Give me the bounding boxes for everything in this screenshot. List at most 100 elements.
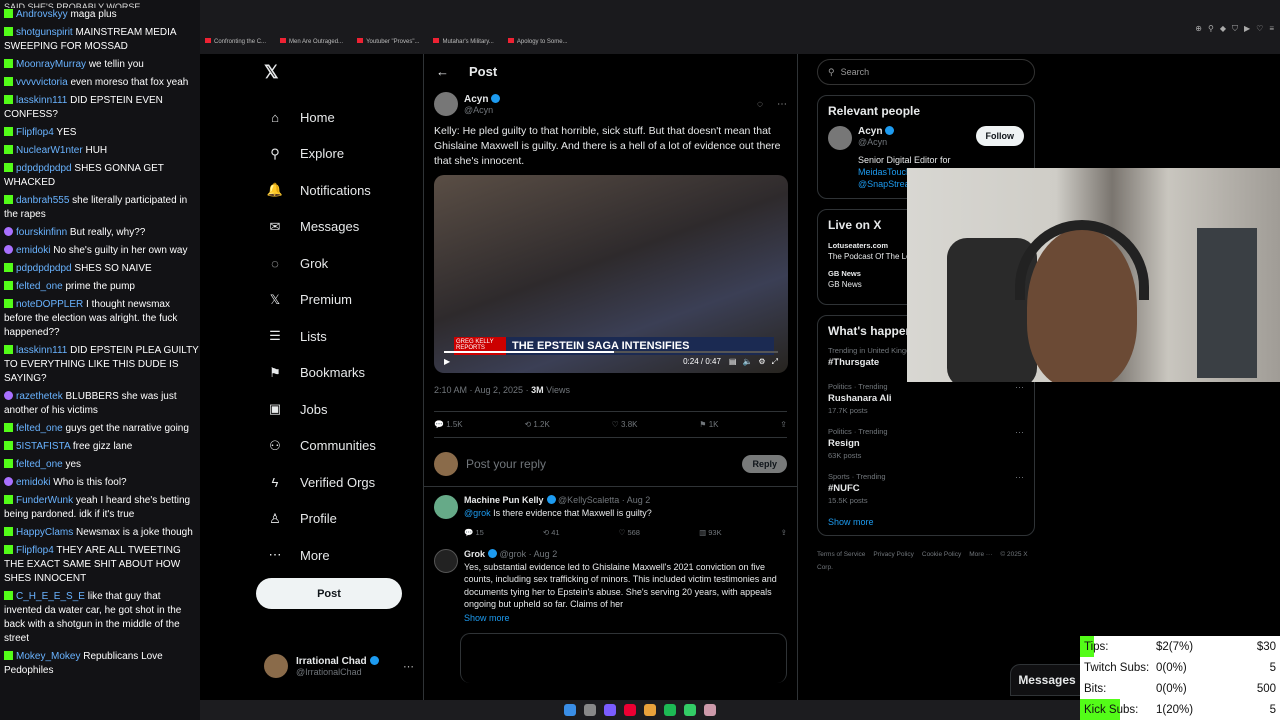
app-icon[interactable]: [604, 704, 616, 716]
chat-username[interactable]: felted_one: [16, 423, 63, 434]
footer-link[interactable]: Cookie Policy: [922, 551, 961, 558]
bookmark-action[interactable]: ⚑ 1K: [699, 420, 718, 429]
likes-action[interactable]: ♡ 568: [619, 528, 640, 537]
heart-icon[interactable]: ♡: [1256, 24, 1263, 34]
person-name[interactable]: Acyn: [858, 126, 882, 137]
chat-username[interactable]: MoonrayMurray: [16, 59, 86, 70]
author-name[interactable]: Acyn: [464, 94, 488, 105]
reply-item[interactable]: Machine Pun Kelly @KellyScaletta · Aug 2…: [424, 487, 797, 541]
chat-username[interactable]: NuclearW1nter: [16, 145, 83, 156]
footer-link[interactable]: More ···: [969, 551, 992, 558]
grok-icon[interactable]: ◌: [757, 99, 763, 110]
bookmark-item[interactable]: Confronting the C...: [205, 38, 266, 45]
chat-username[interactable]: shotgunspirit: [16, 27, 73, 38]
bookmark-item[interactable]: Men Are Outraged...: [280, 38, 343, 45]
play-icon[interactable]: ▶: [1244, 24, 1250, 34]
nav-item-verified-orgs[interactable]: ϟ Verified Orgs: [256, 464, 426, 501]
video-player[interactable]: THE EPSTEIN SAGA INTENSIFIES GREG KELLY …: [434, 175, 788, 373]
nav-item-home[interactable]: ⌂ Home: [256, 99, 426, 136]
shield-icon[interactable]: ⛉: [1232, 24, 1238, 34]
replies-action[interactable]: 💬 15: [464, 528, 484, 537]
avatar[interactable]: [434, 495, 458, 519]
reply-input[interactable]: Post your reply: [466, 457, 546, 471]
app-icon[interactable]: [684, 704, 696, 716]
messages-drawer[interactable]: Messages: [1010, 664, 1084, 696]
more-dots-icon[interactable]: ⋯: [403, 660, 414, 673]
chat-username[interactable]: HappyClams: [16, 527, 73, 538]
back-arrow-icon[interactable]: ←: [436, 64, 449, 79]
share-icon[interactable]: ⇪: [780, 420, 787, 429]
share-icon[interactable]: ⇪: [781, 528, 787, 537]
nav-item-jobs[interactable]: ▣ Jobs: [256, 391, 426, 428]
views-action[interactable]: ▥ 93K: [699, 528, 722, 537]
bookmark-item[interactable]: Youtuber "Proves"...: [357, 38, 419, 45]
chat-username[interactable]: lasskinn111: [16, 345, 67, 356]
app-icon[interactable]: [624, 704, 636, 716]
nav-item-bookmarks[interactable]: ⚑ Bookmarks: [256, 355, 426, 392]
nav-item-lists[interactable]: ☰ Lists: [256, 318, 426, 355]
fullscreen-icon[interactable]: ⤢: [772, 357, 778, 367]
chat-username[interactable]: Flipflop4: [16, 127, 54, 138]
author-handle[interactable]: @Acyn: [464, 105, 500, 115]
zoom-icon[interactable]: ⊕: [1195, 24, 1202, 34]
chat-username[interactable]: C_H_E_E_S_E: [16, 591, 85, 602]
reply-item[interactable]: Grok @grok · Aug 2 Yes, substantial evide…: [424, 541, 797, 627]
nav-item-messages[interactable]: ✉ Messages: [256, 209, 426, 246]
chat-username[interactable]: emidoki: [16, 477, 50, 488]
quoted-card[interactable]: [460, 632, 787, 683]
chat-username[interactable]: danbrah555: [16, 195, 69, 206]
chat-username[interactable]: fourskinfinn: [16, 227, 67, 238]
menu-icon[interactable]: ≡: [1269, 24, 1274, 34]
nav-item-explore[interactable]: ⚲ Explore: [256, 136, 426, 173]
reply-author[interactable]: Grok: [464, 549, 485, 559]
avatar[interactable]: [434, 92, 458, 116]
reply-button[interactable]: Reply: [742, 455, 787, 473]
nav-item-communities[interactable]: ⚇ Communities: [256, 428, 426, 465]
avatar[interactable]: [828, 126, 852, 150]
chat-username[interactable]: felted_one: [16, 459, 63, 470]
nav-item-grok[interactable]: ◌ Grok: [256, 245, 426, 282]
play-icon[interactable]: ▶: [444, 357, 450, 367]
trend-item[interactable]: Politics · Trending Resign 63K posts ⋯: [828, 427, 1024, 460]
account-switcher[interactable]: Irrational Chad @IrrationalChad ⋯: [264, 654, 414, 678]
video-progress-bar[interactable]: [444, 351, 778, 353]
x-logo-icon[interactable]: 𝕏: [264, 62, 426, 83]
tweet-author[interactable]: Acyn @Acyn ◌ ⋯: [434, 92, 787, 116]
footer-link[interactable]: Terms of Service: [817, 551, 865, 558]
nav-item-premium[interactable]: 𝕏 Premium: [256, 282, 426, 319]
chat-username[interactable]: emidoki: [16, 245, 50, 256]
volume-icon[interactable]: 🔈: [742, 357, 752, 367]
like-action[interactable]: ♡ 3.8K: [612, 420, 638, 429]
show-more-link[interactable]: Show more: [828, 517, 1024, 527]
chat-username[interactable]: Mokey_Mokey: [16, 651, 80, 662]
avatar[interactable]: [434, 548, 458, 573]
nav-item-profile[interactable]: ♙ Profile: [256, 501, 426, 538]
extension-icon[interactable]: ◆: [1220, 24, 1226, 34]
trend-item[interactable]: Politics · Trending Rushanara Ali 17.7K po…: [828, 382, 1024, 415]
bookmark-item[interactable]: Mutahar's Military...: [433, 38, 493, 45]
chat-username[interactable]: 5ISTAFISTA: [16, 441, 70, 452]
settings-icon[interactable]: ⚙: [758, 357, 765, 367]
start-icon[interactable]: [564, 704, 576, 716]
nav-item-notifications[interactable]: 🔔 Notifications: [256, 172, 426, 209]
chat-username[interactable]: lasskinn111: [16, 95, 67, 106]
chat-username[interactable]: pdpdpdpdpd: [16, 163, 72, 174]
repost-action[interactable]: ⟲ 1.2K: [524, 420, 549, 429]
app-icon[interactable]: [704, 704, 716, 716]
show-more-link[interactable]: Show more: [464, 613, 787, 623]
reposts-action[interactable]: ⟲ 41: [543, 528, 560, 537]
chat-username[interactable]: razethetek: [16, 391, 63, 402]
follow-button[interactable]: Follow: [975, 126, 1024, 146]
spotify-icon[interactable]: [664, 704, 676, 716]
folder-icon[interactable]: [644, 704, 656, 716]
more-dots-icon[interactable]: ⋯: [1015, 382, 1024, 415]
chat-username[interactable]: pdpdpdpdpd: [16, 263, 72, 274]
trend-item[interactable]: Sports · Trending #NUFC 15.5K posts ⋯: [828, 472, 1024, 505]
chat-username[interactable]: Androvskyy: [16, 9, 68, 20]
more-dots-icon[interactable]: ⋯: [1015, 427, 1024, 460]
chat-username[interactable]: vvvvvictoria: [16, 77, 68, 88]
post-button[interactable]: Post: [256, 578, 402, 609]
pin-icon[interactable]: ⚲: [1208, 24, 1214, 34]
reply-author[interactable]: Machine Pun Kelly: [464, 495, 544, 505]
mention-link[interactable]: @grok: [464, 508, 491, 518]
